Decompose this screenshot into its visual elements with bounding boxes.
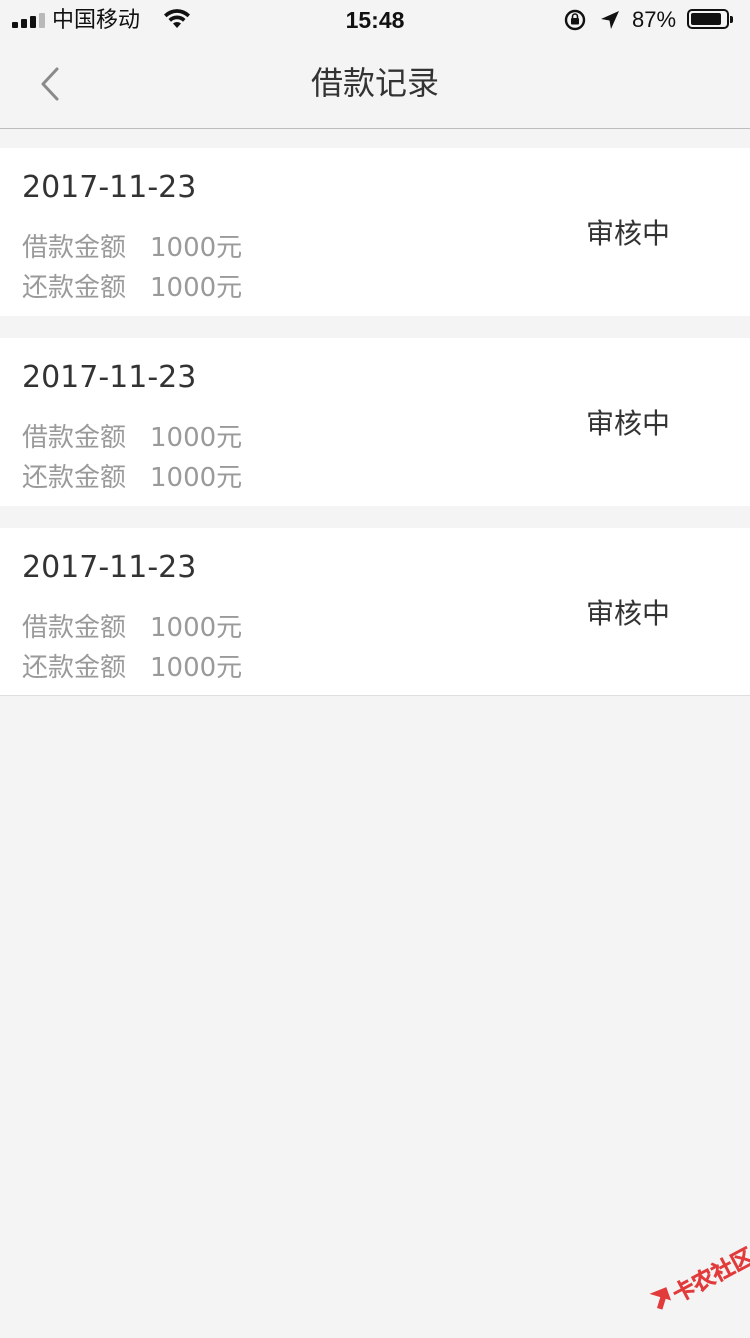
record-date: 2017-11-23 xyxy=(22,170,197,205)
battery-percent: 87% xyxy=(632,7,677,32)
loan-amount-row: 借款金额 1000元 xyxy=(22,230,242,266)
record-status: 审核中 xyxy=(585,217,670,250)
loan-amount-row: 借款金额 1000元 xyxy=(22,610,242,646)
nav-bar: 借款记录 xyxy=(0,40,750,129)
record-date: 2017-11-23 xyxy=(22,360,197,395)
repay-amount-row: 还款金额 1000元 xyxy=(22,460,242,496)
rotation-lock-icon xyxy=(563,9,587,36)
loan-record-list: 2017-11-23 借款金额 1000元 还款金额 1000元 审核中 2017-… xyxy=(0,148,750,696)
loan-amount-value: 1000元 xyxy=(150,423,243,453)
location-arrow-icon xyxy=(599,9,621,36)
status-bar: 中国移动 15:48 87% xyxy=(0,0,750,40)
loan-record-card[interactable]: 2017-11-23 借款金额 1000元 还款金额 1000元 审核中 xyxy=(0,338,750,506)
repay-amount-label: 还款金额 xyxy=(22,463,127,493)
page-title: 借款记录 xyxy=(310,64,439,102)
repay-amount-value: 1000元 xyxy=(150,463,243,493)
repay-amount-value: 1000元 xyxy=(150,273,243,303)
repay-amount-label: 还款金额 xyxy=(22,653,127,683)
loan-amount-row: 借款金额 1000元 xyxy=(22,420,242,456)
loan-amount-label: 借款金额 xyxy=(22,613,127,643)
loan-record-card[interactable]: 2017-11-23 借款金额 1000元 还款金额 1000元 审核中 xyxy=(0,528,750,696)
repay-amount-value: 1000元 xyxy=(150,653,243,683)
loan-record-card[interactable]: 2017-11-23 借款金额 1000元 还款金额 1000元 审核中 xyxy=(0,148,750,316)
record-status: 审核中 xyxy=(585,597,670,630)
battery-icon xyxy=(687,9,733,29)
battery-fill xyxy=(691,13,721,25)
loan-amount-value: 1000元 xyxy=(150,613,243,643)
repay-amount-row: 还款金额 1000元 xyxy=(22,270,242,306)
watermark: 卡农社区 xyxy=(635,1234,750,1337)
loan-amount-value: 1000元 xyxy=(150,233,243,263)
repay-amount-row: 还款金额 1000元 xyxy=(22,650,242,686)
loan-amount-label: 借款金额 xyxy=(22,423,127,453)
loan-amount-label: 借款金额 xyxy=(22,233,127,263)
watermark-text: 卡农社区 xyxy=(668,1244,750,1308)
record-status: 审核中 xyxy=(585,407,670,440)
repay-amount-label: 还款金额 xyxy=(22,273,127,303)
record-date: 2017-11-23 xyxy=(22,550,197,585)
